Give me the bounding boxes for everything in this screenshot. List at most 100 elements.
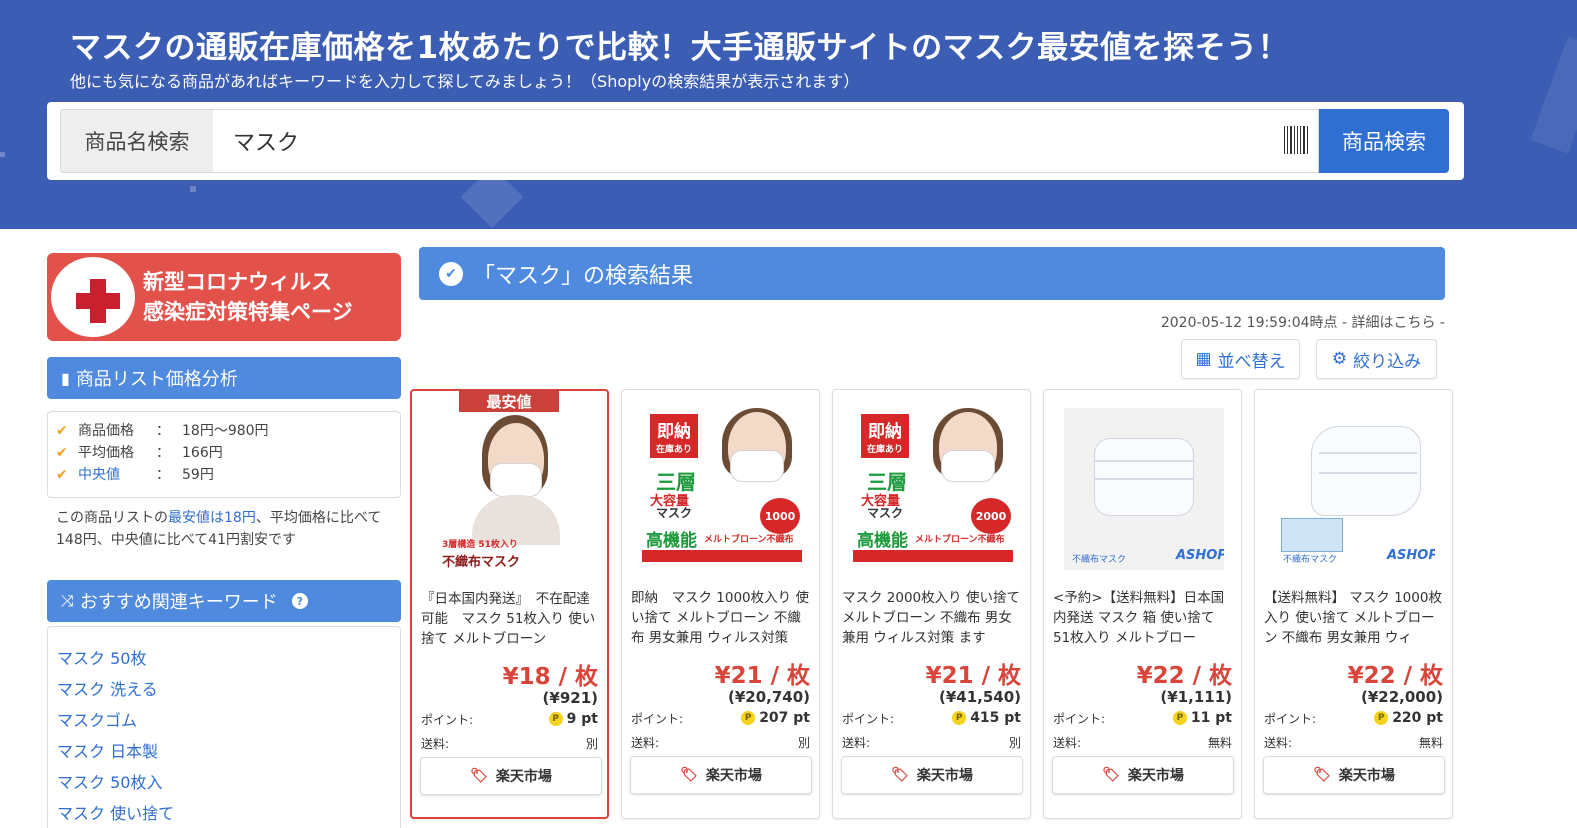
stat-row: ✔ 平均価格 ： 166円 [56, 442, 400, 464]
page-subtitle: 他にも気になる商品があればキーワードを入力して探してみましょう！（Shoplyの… [70, 72, 860, 91]
product-card[interactable]: 不織布マスク ASHOP 【送料無料】 マスク 1000枚入り 使い捨て メルト… [1254, 389, 1453, 819]
search-input[interactable] [213, 109, 1319, 173]
decorative-shape [1530, 36, 1577, 154]
results-timestamp[interactable]: 2020-05-12 19:59:04時点 - 詳細はこちら - [1000, 312, 1445, 332]
summary-prefix: この商品リストの [56, 510, 168, 526]
grid-icon: ▦ [1195, 349, 1212, 369]
point-icon: P [1374, 711, 1389, 725]
check-icon: ✔ [56, 423, 68, 439]
search-form: 商品名検索 商品検索 [47, 102, 1464, 180]
stat-label: 商品価格 [78, 423, 134, 439]
product-title[interactable]: 即納 マスク 1000枚入り 使い捨て メルトブローン 不織布 男女兼用 ウィル… [631, 588, 811, 648]
summary-highlight: 最安値は18円 [168, 510, 256, 526]
points: P 415 pt [952, 710, 1021, 726]
stat-row: ✔ 中央値 ： 59円 [56, 464, 400, 486]
total-price: (¥41,540) [938, 688, 1021, 706]
shipping-value: 無料 [1418, 736, 1443, 750]
image-text: マスク [867, 506, 904, 520]
filter-button-label: 絞り込み [1353, 351, 1422, 372]
shipping-label: 送料: [1264, 736, 1293, 750]
points: P 220 pt [1374, 710, 1443, 726]
keyword-link[interactable]: マスク 日本製 [57, 736, 400, 767]
image-text: メルトブローン不織布 [915, 535, 1005, 545]
decorative-dot [0, 152, 5, 157]
total-price: (¥22,000) [1360, 688, 1443, 706]
banner-line-2: 感染症対策特集ページ [143, 300, 353, 324]
product-image[interactable]: 即納 在庫あり 三層 大容量 マスク 1000 高機能 メルトブローン不織布 [642, 408, 802, 570]
shop-name: 楽天市場 [916, 768, 973, 784]
sort-button-label: 並べ替え [1217, 351, 1286, 372]
median-link[interactable]: 中央値 [78, 464, 156, 486]
image-caption: 不織布マスク [1283, 555, 1338, 565]
product-card[interactable]: 即納 在庫あり 三層 大容量 マスク 2000 高機能 メルトブローン不織布 マ… [832, 389, 1031, 819]
keyword-link[interactable]: マスク 50枚入 [57, 767, 400, 798]
product-title[interactable]: <予約>【送料無料】日本国内発送 マスク 箱 使い捨て 51枚入り メルトブロー [1053, 588, 1233, 648]
product-title[interactable]: マスク 2000枚入り 使い捨て メルトブローン 不織布 男女兼用 ウィルス対策… [842, 588, 1022, 648]
product-title[interactable]: 【送料無料】 マスク 1000枚入り 使い捨て メルトブローン 不織布 男女兼用… [1264, 588, 1444, 648]
help-icon[interactable]: ? [291, 593, 308, 609]
shop-button[interactable]: 🏷 楽天市場 [1052, 756, 1234, 794]
image-text: 高機能 [646, 531, 697, 551]
stat-row: ✔ 商品価格 ： 18円～980円 [56, 420, 400, 442]
point-label: ポイント: [1264, 712, 1317, 726]
product-image[interactable]: 不織布マスク ASHOP [1275, 408, 1435, 570]
tag-main: 即納 [868, 422, 902, 442]
product-image[interactable]: 不織布マスク ASHOP [1064, 408, 1224, 570]
product-image[interactable]: 3層構造 51枚入り 不織布マスク [432, 409, 592, 571]
image-text: メルトブローン不織布 [704, 535, 794, 545]
check-circle-icon: ✔ [439, 261, 463, 286]
product-title[interactable]: 『日本国内発送』 不在配達可能 マスク 51枚入り 使い捨て メルトブローン [421, 589, 601, 649]
points-value: 415 pt [970, 710, 1021, 726]
product-card[interactable]: 即納 在庫あり 三層 大容量 マスク 1000 高機能 メルトブローン不織布 即… [621, 389, 820, 819]
point-icon: P [1172, 711, 1187, 725]
price-summary: この商品リストの最安値は18円、平均価格に比べて148円、中央値に比べて41円割… [56, 507, 396, 551]
tag-icon: 🏷 [1102, 767, 1120, 783]
page-title: マスクの通販在庫価格を1枚あたりで比較！大手通販サイトのマスク最安値を探そう！ [70, 30, 1290, 66]
barcode-icon[interactable] [1284, 126, 1308, 154]
keyword-link[interactable]: マスクゴム [57, 705, 400, 736]
decorative-dot [190, 186, 196, 192]
best-price-badge: 最安値 [459, 390, 559, 412]
shop-button[interactable]: 🏷 楽天市場 [1263, 756, 1445, 794]
unit-price: ¥22 / 枚 [1347, 663, 1443, 689]
search-button[interactable]: 商品検索 [1319, 109, 1449, 173]
shipping-label: 送料: [842, 736, 871, 750]
price-analysis-heading: ▮ 商品リスト価格分析 [47, 357, 401, 399]
hero-header: マスクの通販在庫価格を1枚あたりで比較！大手通販サイトのマスク最安値を探そう！ … [0, 0, 1577, 229]
shop-name: 楽天市場 [1127, 768, 1184, 784]
points-value: 220 pt [1392, 710, 1443, 726]
count-badge: 2000 [971, 498, 1011, 534]
product-card[interactable]: 不織布マスク ASHOP <予約>【送料無料】日本国内発送 マスク 箱 使い捨て… [1043, 389, 1242, 819]
total-price: (¥20,740) [727, 688, 810, 706]
search-label: 商品名検索 [60, 109, 214, 173]
keyword-link[interactable]: マスク 50枚 [57, 643, 400, 674]
shop-button[interactable]: 🏷 楽天市場 [630, 756, 812, 794]
shop-name: 楽天市場 [495, 769, 552, 785]
point-icon: P [741, 711, 756, 725]
brand-logo: ASHOP [1176, 548, 1224, 563]
results-heading-label: 「マスク」の検索結果 [473, 263, 694, 289]
point-icon: P [952, 711, 967, 725]
image-caption: 不織布マスク [1072, 555, 1127, 565]
image-text: 高機能 [857, 531, 908, 551]
points-value: 207 pt [759, 710, 810, 726]
banner-text: 新型コロナウィルス 感染症対策特集ページ [143, 267, 353, 327]
sort-button[interactable]: ▦ 並べ替え [1181, 339, 1300, 379]
tag-sub: 在庫あり [866, 445, 903, 455]
shop-button[interactable]: 🏷 楽天市場 [420, 757, 602, 795]
keyword-link[interactable]: マスク 洗える [57, 674, 400, 705]
tag-icon: 🏷 [470, 768, 488, 784]
product-image[interactable]: 即納 在庫あり 三層 大容量 マスク 2000 高機能 メルトブローン不織布 [853, 408, 1013, 570]
points-value: 9 pt [566, 711, 598, 727]
shop-button[interactable]: 🏷 楽天市場 [841, 756, 1023, 794]
unit-price: ¥22 / 枚 [1136, 663, 1232, 689]
keyword-link[interactable]: マスク 使い捨て [57, 798, 400, 828]
point-label: ポイント: [421, 713, 474, 727]
instock-tag: 即納 在庫あり [861, 414, 909, 458]
filter-button[interactable]: ⚙ 絞り込み [1316, 339, 1437, 379]
product-card[interactable]: 3層構造 51枚入り 不織布マスク 最安値 『日本国内発送』 不在配達可能 マス… [410, 389, 609, 819]
corona-special-banner[interactable]: 新型コロナウィルス 感染症対策特集ページ [47, 253, 401, 341]
unit-price: ¥21 / 枚 [714, 663, 810, 689]
stat-value: 59円 [182, 467, 214, 483]
gear-icon: ⚙ [1331, 349, 1348, 369]
